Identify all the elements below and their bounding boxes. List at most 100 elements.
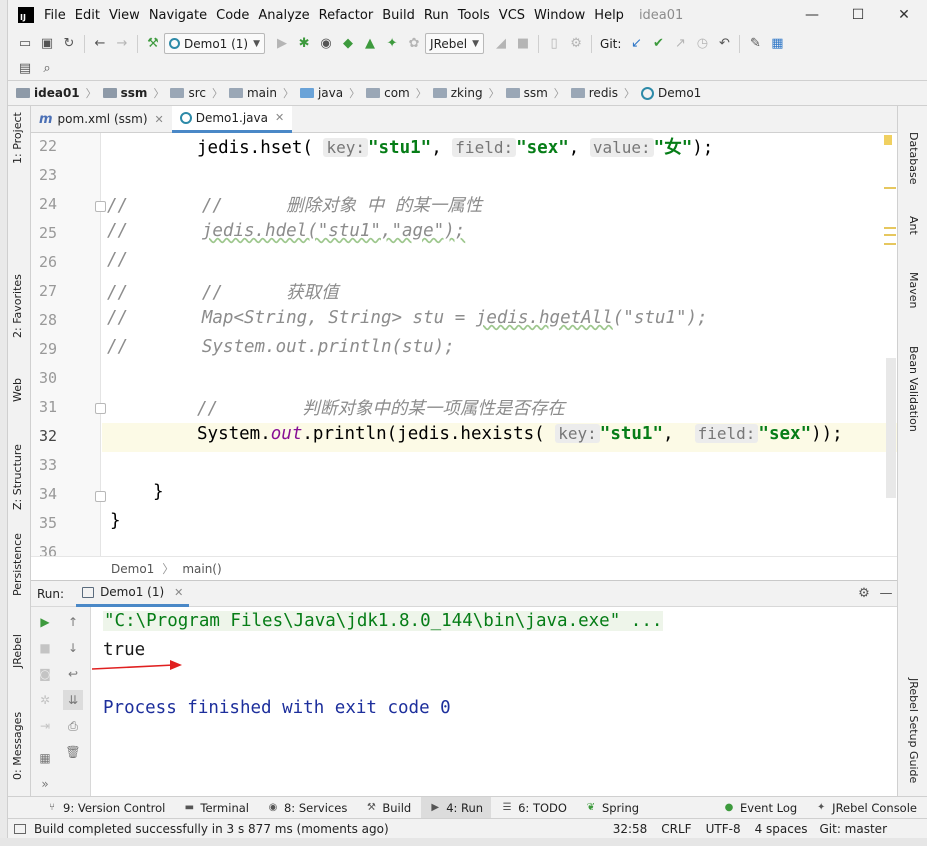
status-message[interactable]: Build completed successfully in 3 s 877 … — [34, 822, 389, 836]
tab-terminal[interactable]: ▬ Terminal — [175, 797, 257, 819]
close-icon[interactable]: ✕ — [174, 586, 183, 599]
stop-icon[interactable]: ■ — [512, 33, 534, 55]
close-window-button[interactable]: ✕ — [881, 0, 927, 30]
menu-run[interactable]: Run — [424, 8, 449, 23]
status-indent[interactable]: 4 spaces — [755, 822, 808, 836]
hide-panel-icon[interactable]: — — [875, 583, 897, 605]
status-line-separator[interactable]: CRLF — [661, 822, 691, 836]
crumb-class[interactable]: Demo1 — [641, 86, 701, 100]
editor-scrollbar[interactable] — [886, 358, 896, 498]
crumb-main[interactable]: main 〉 — [228, 85, 300, 101]
crumb-redis[interactable]: redis 〉 — [570, 85, 641, 101]
settings-wrench-icon[interactable]: ✎ — [744, 33, 766, 55]
gear-icon[interactable]: ⚙ — [853, 583, 875, 605]
error-stripe-mark[interactable] — [884, 187, 896, 189]
back-icon[interactable]: ← — [89, 33, 111, 55]
git-push-icon[interactable]: ↗ — [669, 33, 691, 55]
menu-window[interactable]: Window — [534, 8, 585, 23]
device-icon[interactable]: ▯ — [543, 33, 565, 55]
error-stripe-mark[interactable] — [884, 243, 896, 245]
tab-build[interactable]: ⚒ Build — [357, 797, 419, 819]
status-encoding[interactable]: UTF-8 — [706, 822, 741, 836]
crumb-src[interactable]: src 〉 — [170, 85, 229, 101]
attach-debugger-icon[interactable]: ⚙ — [565, 33, 587, 55]
fold-marker-icon[interactable] — [95, 201, 106, 212]
login-icon[interactable]: ⇥ — [35, 716, 55, 736]
menu-build[interactable]: Build — [382, 8, 415, 23]
tab-persistence[interactable]: Persistence — [11, 533, 24, 596]
menu-vcs[interactable]: VCS — [499, 8, 525, 23]
profile-icon[interactable]: ◆ — [337, 33, 359, 55]
maximize-button[interactable]: ☐ — [835, 0, 881, 30]
crumb-method[interactable]: main() — [182, 562, 221, 576]
menu-code[interactable]: Code — [216, 8, 249, 23]
layout-icon[interactable]: ▦ — [35, 748, 55, 768]
tab-jrebel-console[interactable]: ✦ JRebel Console — [807, 797, 925, 819]
close-icon[interactable]: ✕ — [155, 113, 164, 126]
fold-marker-icon[interactable] — [95, 403, 106, 414]
build-hammer-icon[interactable]: ⚒ — [142, 33, 164, 55]
trash-icon[interactable]: 🗑 — [63, 742, 83, 762]
search-icon[interactable]: ⌕ — [36, 58, 58, 80]
crumb-java[interactable]: java 〉 — [299, 85, 366, 101]
forward-icon[interactable]: → — [111, 33, 133, 55]
debug-icon[interactable]: ✱ — [293, 33, 315, 55]
settings-icon[interactable]: ✲ — [35, 690, 55, 710]
history-icon[interactable]: ◷ — [691, 33, 713, 55]
run-icon[interactable]: ▶ — [271, 33, 293, 55]
menu-tools[interactable]: Tools — [458, 8, 490, 23]
stop-icon[interactable]: ■ — [35, 638, 55, 658]
project-structure-icon[interactable]: ▦ — [766, 33, 788, 55]
warning-marker-icon[interactable] — [884, 135, 892, 145]
print-icon[interactable]: ⎙ — [63, 716, 83, 736]
tab-demo1-java[interactable]: Demo1.java ✕ — [171, 105, 293, 133]
menu-view[interactable]: View — [109, 8, 140, 23]
tab-services[interactable]: ◉ 8: Services — [259, 797, 355, 819]
tab-project[interactable]: 1: Project — [11, 112, 24, 164]
status-position[interactable]: 32:58 — [613, 822, 648, 836]
tab-structure[interactable]: Z: Structure — [11, 444, 24, 510]
error-stripe-mark[interactable] — [884, 227, 896, 229]
tab-jrebel[interactable]: JRebel — [11, 634, 24, 668]
tab-favorites[interactable]: 2: Favorites — [11, 274, 24, 338]
error-stripe-mark[interactable] — [884, 234, 896, 236]
menu-analyze[interactable]: Analyze — [258, 8, 309, 23]
tab-spring[interactable]: ❦ Spring — [577, 797, 647, 819]
status-git-branch[interactable]: Git: master — [819, 822, 887, 836]
tab-run[interactable]: ▶ 4: Run — [421, 796, 492, 819]
tab-database[interactable]: Database — [907, 132, 920, 185]
menu-help[interactable]: Help — [594, 8, 624, 23]
more-icon[interactable]: » — [35, 774, 55, 794]
close-icon[interactable]: ✕ — [275, 111, 284, 124]
minimize-button[interactable]: — — [789, 0, 835, 30]
save-all-icon[interactable]: ▣ — [36, 33, 58, 55]
jrebel-sync-icon[interactable]: ◢ — [490, 33, 512, 55]
code-editor[interactable]: 22 23 24 25 26 27 28 29 30 31 32 33 34 3… — [31, 133, 897, 556]
open-folder-icon[interactable]: ▭ — [14, 33, 36, 55]
fold-marker-icon[interactable] — [95, 491, 106, 502]
status-toggle-icon[interactable] — [14, 823, 26, 834]
rollback-icon[interactable]: ↶ — [713, 33, 735, 55]
crumb-class[interactable]: Demo1 — [111, 562, 154, 576]
tab-event-log[interactable]: ● Event Log — [715, 797, 805, 819]
run-config-dropdown[interactable]: Demo1 (1) ▼ — [164, 33, 266, 54]
scroll-to-end-icon[interactable]: ⇊ — [63, 690, 83, 710]
crumb-project[interactable]: idea01 〉 — [16, 85, 103, 101]
tab-messages[interactable]: 0: Messages — [11, 712, 24, 780]
console-output[interactable]: "C:\Program Files\Java\jdk1.8.0_144\bin\… — [92, 607, 897, 796]
tab-pom-xml[interactable]: m pom.xml (ssm) ✕ — [31, 106, 172, 133]
coverage-icon[interactable]: ◉ — [315, 33, 337, 55]
attach-icon[interactable]: ✿ — [403, 33, 425, 55]
tab-maven[interactable]: Maven — [907, 272, 920, 308]
jrebel-dropdown[interactable]: JRebel ▼ — [425, 33, 485, 54]
jrebel-debug-icon[interactable]: ✦ — [381, 33, 403, 55]
crumb-ssm[interactable]: ssm 〉 — [505, 85, 571, 101]
tab-todo[interactable]: ☰ 6: TODO — [493, 797, 575, 819]
tab-bean-validation[interactable]: Bean Validation — [907, 346, 920, 432]
tab-web[interactable]: Web — [11, 378, 24, 402]
crumb-module[interactable]: ssm 〉 — [102, 85, 171, 101]
down-arrow-icon[interactable]: ↓ — [63, 638, 83, 658]
menu-edit[interactable]: Edit — [75, 8, 100, 23]
menu-navigate[interactable]: Navigate — [149, 8, 207, 23]
tab-version-control[interactable]: ⑂ 9: Version Control — [38, 797, 173, 819]
